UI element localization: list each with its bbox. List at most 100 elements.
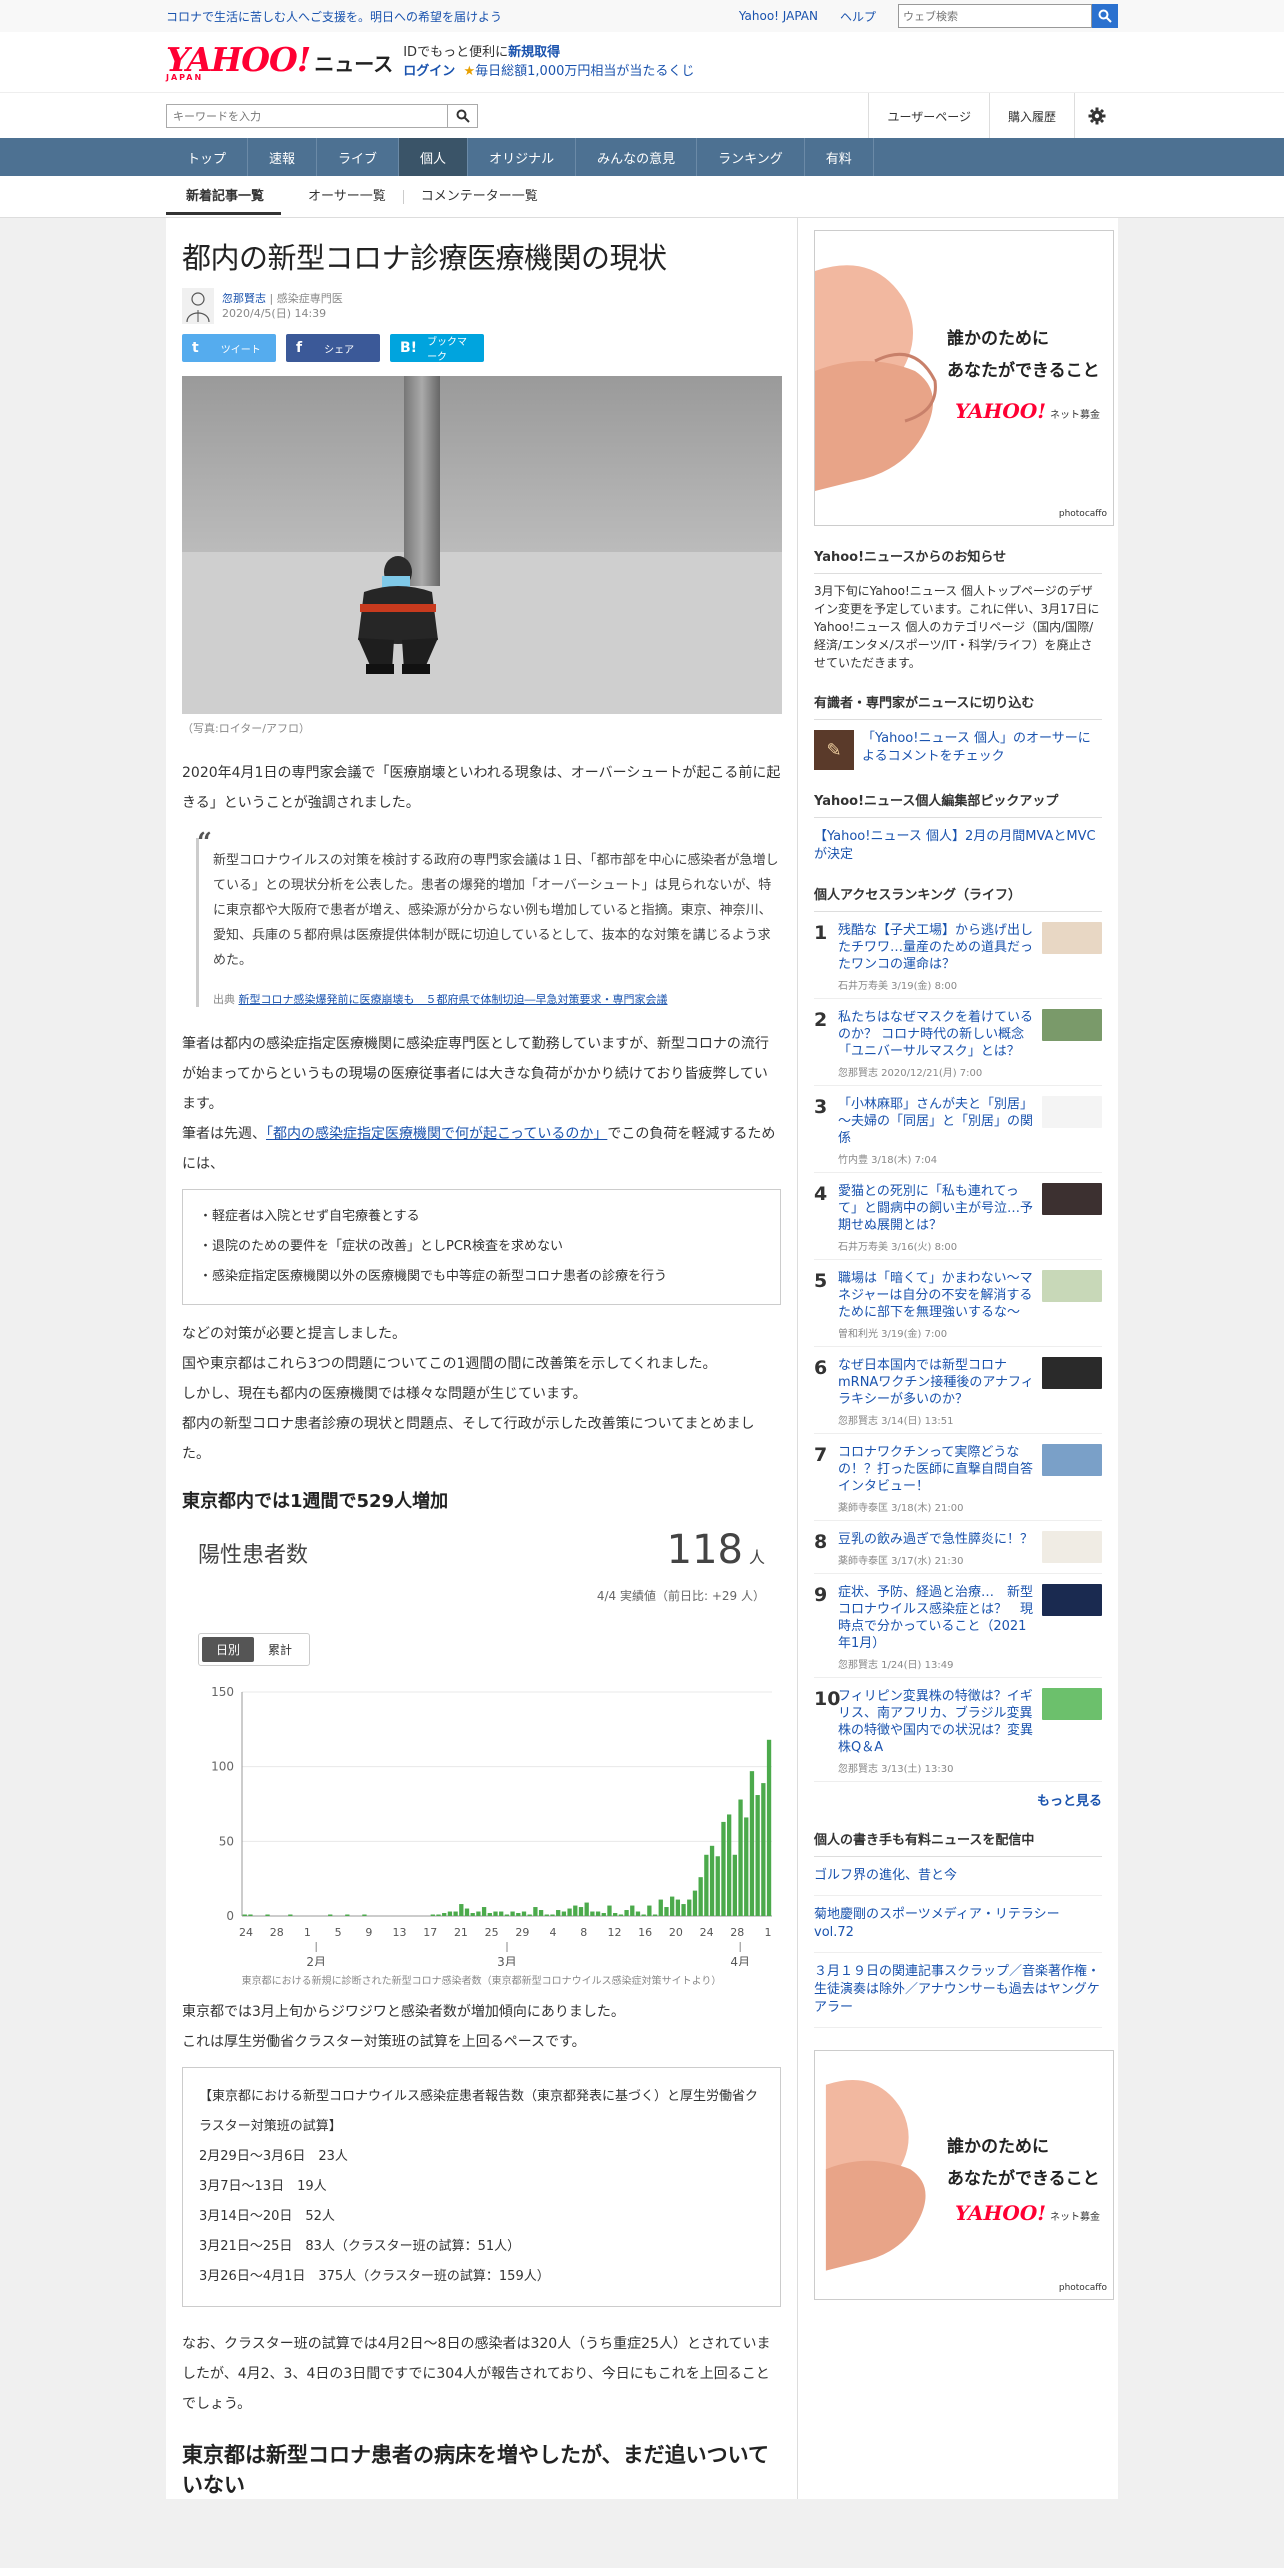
subnav-authors[interactable]: オーサー一覧 — [291, 190, 404, 204]
nav-original[interactable]: オリジナル — [468, 138, 577, 176]
ranking-item[interactable]: 7 コロナワクチンって実際どうなの！？打った医師に直撃自問自答インタビュー！ 薬師寺… — [814, 1434, 1102, 1521]
ranking-title-link[interactable]: フィリピン変異株の特徴は？イギリス、南アフリカ、ブラジル変異株の特徴や国内での状… — [838, 1688, 1036, 1756]
paragraph-4: などの対策が必要と提言しました。 — [182, 1326, 406, 1342]
ranking-item[interactable]: 4 愛猫との死別に「私も連れてって」と闘病中の飼い主が号泣…予期せぬ展開とは？ 石井… — [814, 1173, 1102, 1260]
ranking-thumbnail[interactable] — [1042, 1688, 1102, 1720]
ranking-title-link[interactable]: 豆乳の飲み過ぎで急性膵炎に！？ — [838, 1531, 1036, 1548]
tweet-button[interactable]: t ツイート — [182, 334, 276, 362]
bar — [647, 1905, 652, 1916]
list-item: 2月29日～3月6日 23人 — [199, 2149, 348, 2164]
ranking-item[interactable]: 2 私たちはなぜマスクを着けているのか？ コロナ時代の新しい概念「ユニバーサルマス… — [814, 999, 1102, 1086]
ranking-meta: 石井万寿美 3/19(金) 8:00 — [838, 981, 958, 992]
yahoo-japan-link[interactable]: Yahoo! JAPAN — [739, 9, 818, 23]
ranking-item[interactable]: 5 職場は「暗くて」かまわない～マネジャーは自分の不安を解消するために部下を無理強… — [814, 1260, 1102, 1347]
bar — [265, 1914, 270, 1916]
ranking-title-link[interactable]: コロナワクチンって実際どうなの！？打った医師に直撃自問自答インタビュー！ — [838, 1444, 1036, 1495]
ranking-title-link[interactable]: 症状、予防、経過と治療… 新型コロナウイルス感染症とは？ 現時点で分かっているこ… — [838, 1584, 1036, 1652]
ranking-title-link[interactable]: なぜ日本国内では新型コロナmRNAワクチン接種後のアナフィラキシーが多いのか？ — [838, 1357, 1036, 1408]
nav-live[interactable]: ライブ — [317, 138, 400, 176]
pen-icon: ✎ — [826, 739, 842, 761]
nav-opinions[interactable]: みんなの意見 — [576, 138, 698, 176]
experts-promo[interactable]: ✎ 「Yahoo!ニュース 個人」のオーサーによるコメントをチェック — [814, 730, 1102, 770]
login-link[interactable]: ログイン — [403, 64, 455, 79]
ranking-thumbnail[interactable] — [1042, 1270, 1102, 1302]
hatena-bookmark-button[interactable]: B! ブックマーク — [390, 334, 484, 363]
more-ranking-link[interactable]: もっと見る — [814, 1790, 1102, 1809]
ranking-thumbnail[interactable] — [1042, 1096, 1102, 1128]
purchase-history-link[interactable]: 購入履歴 — [988, 93, 1074, 139]
paid-news-link[interactable]: ゴルフ界の進化、昔と今 — [814, 1857, 1102, 1896]
main-content: 都内の新型コロナ診療医療機関の現状 忽那賢志 | 感染症専門医 2020/4/5… — [166, 218, 1118, 2499]
nav-individual[interactable]: 個人 — [399, 138, 469, 176]
nav-top[interactable]: トップ — [166, 138, 249, 176]
paragraph-8: 東京都では3月上旬からジワジワと感染者数が増加傾向にありました。 — [182, 2004, 625, 2020]
experts-link[interactable]: 「Yahoo!ニュース 個人」のオーサーによるコメントをチェック — [862, 730, 1102, 770]
author-avatar[interactable] — [182, 288, 214, 324]
bar — [704, 1854, 709, 1916]
help-link[interactable]: ヘルプ — [840, 8, 876, 25]
donation-banner-link[interactable]: コロナで生活に苦しむ人へご支援を。明日への希望を届けよう — [166, 8, 717, 25]
facebook-share-button[interactable]: f シェア — [286, 334, 380, 362]
keyword-input[interactable] — [166, 104, 448, 128]
article: 都内の新型コロナ診療医療機関の現状 忽那賢志 | 感染症専門医 2020/4/5… — [166, 218, 798, 2499]
ranking-item[interactable]: 9 症状、予防、経過と治療… 新型コロナウイルス感染症とは？ 現時点で分かっている… — [814, 1574, 1102, 1678]
quote-source-link[interactable]: 新型コロナ感染爆発前に医療崩壊も ５都府県で体制切迫―早急対策要求・専門家会議 — [239, 993, 668, 1006]
keyword-search-button[interactable] — [448, 104, 478, 128]
toggle-cumulative[interactable]: 累計 — [254, 1637, 306, 1662]
bar — [550, 1914, 555, 1916]
ranking-item[interactable]: 3 「小林麻耶」さんが夫と「別居」～夫婦の「同居」と「別居」の関係 竹内豊 3/18… — [814, 1086, 1102, 1173]
nav-ranking[interactable]: ランキング — [697, 138, 805, 176]
ranking-title-link[interactable]: 残酷な【子犬工場】から逃げ出したチワワ…量産のための道具だったワンコの運命は？ — [838, 922, 1036, 973]
toggle-daily[interactable]: 日別 — [202, 1637, 255, 1662]
bar — [561, 1911, 567, 1916]
ranking-item[interactable]: 8 豆乳の飲み過ぎで急性膵炎に！？ 薬師寺泰匡 3/17(水) 21:30 — [814, 1521, 1102, 1574]
web-search-button[interactable] — [1092, 4, 1118, 28]
x-tick-label: 1 — [765, 1926, 772, 1939]
user-page-link[interactable]: ユーザーページ — [868, 93, 989, 139]
subnav-commentators[interactable]: コメンテーター一覧 — [404, 190, 555, 204]
donation-ad-2[interactable]: 誰かのために あなたができること YAHOO! ネット募金 photocaffo — [814, 2050, 1114, 2300]
signup-link[interactable]: 新規取得 — [508, 45, 560, 60]
ranking-title-link[interactable]: 私たちはなぜマスクを着けているのか？ コロナ時代の新しい概念「ユニバーサルマスク… — [838, 1009, 1036, 1060]
share-buttons: t ツイート f シェア B! ブックマーク — [182, 334, 781, 363]
ranking-item[interactable]: 6 なぜ日本国内では新型コロナmRNAワクチン接種後のアナフィラキシーが多いのか？… — [814, 1347, 1102, 1434]
ranking-number: 1 — [814, 922, 828, 944]
nav-flash[interactable]: 速報 — [248, 138, 318, 176]
paid-news-link[interactable]: 菊地慶剛のスポーツメディア・リテラシー vol.72 — [814, 1896, 1102, 1953]
donation-ad[interactable]: 誰かのために あなたができること YAHOO! ネット募金 photocaffo — [814, 230, 1114, 526]
bar — [288, 1914, 293, 1916]
ranking-thumbnail[interactable] — [1042, 922, 1102, 954]
web-search-input[interactable] — [898, 4, 1092, 28]
ranking-thumbnail[interactable] — [1042, 1357, 1102, 1389]
search-icon — [1098, 9, 1112, 23]
ranking-thumbnail[interactable] — [1042, 1531, 1102, 1563]
bar — [715, 1856, 720, 1916]
photo-ground — [182, 552, 782, 714]
site-header: YAHOO! JAPAN ニュース IDでもっと便利に新規取得 ログイン ★毎日… — [0, 32, 1284, 92]
subnav-latest[interactable]: 新着記事一覧 — [166, 190, 282, 215]
lottery-link[interactable]: 毎日総額1,000万円相当が当たるくじ — [475, 64, 694, 79]
nav-paid[interactable]: 有料 — [805, 138, 874, 176]
x-tick-label: 17 — [423, 1926, 437, 1939]
ranking-thumbnail[interactable] — [1042, 1009, 1102, 1041]
yahoo-news-logo[interactable]: YAHOO! JAPAN ニュース — [166, 43, 393, 82]
ranking-title-link[interactable]: 職場は「暗くて」かまわない～マネジャーは自分の不安を解消するために部下を無理強い… — [838, 1270, 1036, 1321]
ranking-item[interactable]: 1 残酷な【子犬工場】から逃げ出したチワワ…量産のための道具だったワンコの運命は？… — [814, 912, 1102, 999]
ranking-thumbnail[interactable] — [1042, 1584, 1102, 1616]
paid-news-link[interactable]: ３月１９日の関連記事スクラップ／音楽著作権・生徒演奏は除外／アナウンサーも過去は… — [814, 1953, 1102, 2028]
bar — [476, 1911, 481, 1916]
ranking-thumbnail[interactable] — [1042, 1183, 1102, 1215]
ranking-title-link[interactable]: 「小林麻耶」さんが夫と「別居」～夫婦の「同居」と「別居」の関係 — [838, 1096, 1036, 1147]
bar — [681, 1904, 686, 1916]
author-link[interactable]: 忽那賢志 — [222, 292, 266, 305]
pickup-link[interactable]: 【Yahoo!ニュース 個人】2月の月間MVAとMVCが決定 — [814, 828, 1102, 864]
x-tick-label: 16 — [638, 1926, 652, 1939]
settings-button[interactable] — [1074, 93, 1118, 139]
ranking-title-link[interactable]: 愛猫との死別に「私も連れてって」と闘病中の飼い主が号泣…予期せぬ展開とは？ — [838, 1183, 1036, 1234]
related-article-link[interactable]: 「都内の感染症指定医療機関で何が起こっているのか」 — [266, 1126, 607, 1142]
bar — [459, 1904, 464, 1916]
ranking-item[interactable]: 10 フィリピン変異株の特徴は？イギリス、南アフリカ、ブラジル変異株の特徴や国内で… — [814, 1678, 1102, 1782]
ranking-thumbnail[interactable] — [1042, 1444, 1102, 1476]
x-tick-label: 28 — [730, 1926, 744, 1939]
x-tick-label: 1 — [304, 1926, 311, 1939]
